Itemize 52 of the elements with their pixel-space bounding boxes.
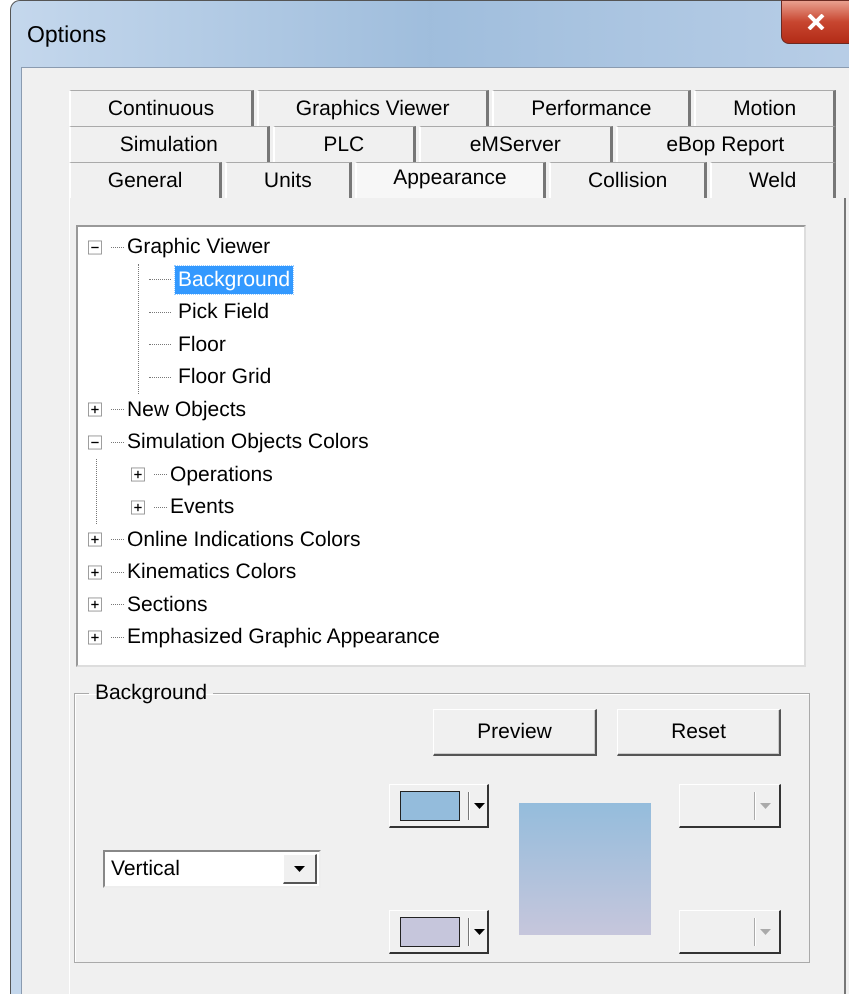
tab[interactable]: Collision — [549, 162, 708, 198]
expand-icon[interactable] — [88, 564, 102, 581]
tree-item[interactable]: Online Indications Colors — [124, 526, 364, 554]
tree-line — [149, 279, 171, 280]
color-picker[interactable] — [389, 910, 489, 954]
close-icon — [806, 14, 826, 30]
tab[interactable]: Performance — [492, 90, 692, 126]
window-title: Options — [27, 20, 106, 48]
expand-icon[interactable] — [88, 531, 102, 548]
expand-icon[interactable] — [88, 401, 102, 418]
tree-item[interactable]: Events — [167, 493, 238, 522]
tree-item[interactable]: Graphic Viewer — [124, 233, 274, 262]
expand-icon[interactable] — [131, 466, 145, 484]
expand-icon[interactable] — [131, 498, 145, 516]
color-picker[interactable] — [389, 784, 489, 828]
caret-icon — [474, 928, 485, 934]
tab[interactable]: Units — [225, 162, 352, 198]
tab[interactable]: Weld — [710, 162, 836, 198]
tab[interactable]: Simulation — [69, 126, 270, 162]
tab[interactable]: PLC — [272, 126, 416, 162]
direction-dropdown[interactable]: Vertical — [103, 850, 321, 888]
tree-line — [149, 376, 171, 378]
caret-icon — [760, 802, 771, 808]
collapse-icon[interactable] — [88, 238, 102, 256]
tree-item[interactable]: Emphasized Graphic Appearance — [124, 623, 443, 652]
caret-icon — [760, 928, 771, 934]
action-button[interactable]: Reset — [617, 709, 781, 756]
tree-item[interactable]: Kinematics Colors — [124, 558, 300, 586]
group-title: Background — [94, 681, 208, 705]
tab[interactable]: General — [69, 162, 222, 198]
caret-icon — [474, 802, 485, 808]
tree-item[interactable]: Sections — [124, 590, 211, 619]
action-button[interactable]: Preview — [433, 709, 597, 756]
tree-item[interactable]: New Objects — [124, 396, 250, 424]
tab[interactable]: eMServer — [418, 126, 613, 162]
tab[interactable]: Motion — [694, 90, 836, 126]
tree-item[interactable]: Pick Field — [175, 298, 272, 326]
tree-item[interactable]: Simulation Objects Colors — [124, 428, 372, 456]
expand-icon[interactable] — [88, 628, 102, 646]
tab[interactable]: eBop Report — [616, 126, 836, 162]
expand-icon[interactable] — [88, 596, 102, 614]
tree-line — [149, 344, 171, 346]
tab[interactable]: Continuous — [69, 90, 254, 126]
caret-icon — [294, 866, 305, 872]
tab[interactable]: Graphics Viewer — [256, 90, 490, 126]
tab[interactable]: Appearance — [354, 162, 546, 198]
tree-line — [149, 312, 171, 313]
tree-item[interactable]: Floor Grid — [175, 363, 274, 392]
close-button[interactable] — [781, 0, 849, 44]
tree-item[interactable]: Operations — [167, 460, 276, 489]
collapse-icon[interactable] — [88, 434, 102, 451]
tree-item[interactable]: Floor — [175, 330, 229, 359]
